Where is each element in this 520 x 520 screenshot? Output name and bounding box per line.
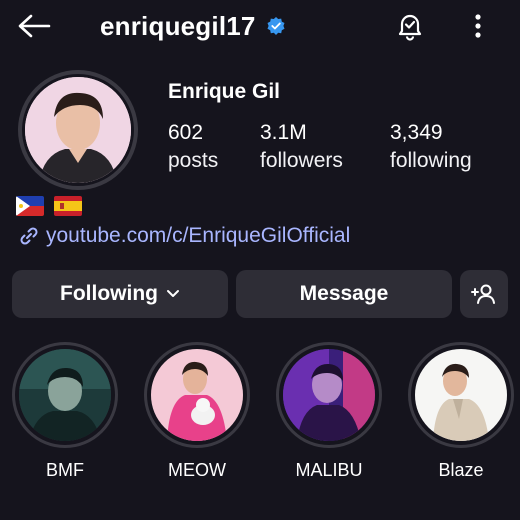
highlight-item[interactable]: BMF [10, 342, 120, 481]
more-options-button[interactable] [460, 8, 496, 44]
highlight-item[interactable]: MEOW [142, 342, 252, 481]
username-header: enriquegil17 [100, 8, 286, 44]
followers-label: followers [260, 149, 343, 172]
profile-screen: enriquegil17 Enrique Gil 602 posts 3.1M … [0, 0, 520, 520]
add-person-button[interactable] [460, 270, 508, 318]
notifications-button[interactable] [392, 8, 428, 44]
highlight-cover-image [279, 345, 379, 445]
add-person-icon [471, 284, 495, 304]
back-arrow-icon [18, 14, 51, 38]
following-button[interactable]: Following [12, 270, 228, 318]
message-button[interactable]: Message [236, 270, 452, 318]
highlight-ring [12, 342, 118, 448]
notification-bell-icon [398, 14, 422, 41]
highlight-cover-image [411, 345, 511, 445]
link-icon [20, 227, 38, 245]
message-label: Message [299, 282, 389, 305]
highlight-label: MALIBU [295, 460, 363, 480]
highlight-ring [408, 342, 514, 448]
display-name: Enrique Gil [168, 80, 281, 103]
highlight-item[interactable]: MALIBU [274, 342, 384, 481]
followers-count: 3.1M [260, 121, 307, 144]
stat-posts[interactable]: 602 posts [168, 120, 218, 176]
spain-flag-icon [54, 196, 82, 216]
following-label: Following [60, 282, 158, 305]
bio-link[interactable]: youtube.com/c/EnriqueGilOfficial [18, 224, 350, 248]
top-bar: enriquegil17 [0, 0, 520, 52]
more-options-icon [475, 14, 481, 38]
username: enriquegil17 [100, 10, 256, 41]
highlight-label: Blaze [438, 460, 484, 480]
chevron-down-icon [166, 290, 179, 297]
highlight-ring [144, 342, 250, 448]
avatar-image [22, 74, 134, 186]
bio-flags [16, 196, 82, 216]
highlight-label: MEOW [168, 460, 226, 480]
stat-following[interactable]: 3,349 following [390, 120, 472, 176]
posts-count: 602 [168, 121, 204, 144]
posts-label: posts [168, 149, 219, 172]
stat-followers[interactable]: 3.1M followers [260, 120, 343, 176]
following-label: following [390, 149, 472, 172]
following-count: 3,349 [390, 121, 443, 144]
verified-badge-icon [266, 16, 286, 36]
philippines-flag-icon [16, 196, 44, 216]
profile-avatar[interactable] [18, 70, 138, 190]
highlight-cover-image [147, 345, 247, 445]
highlight-ring [276, 342, 382, 448]
highlight-label: BMF [46, 460, 84, 480]
back-button[interactable] [14, 8, 54, 44]
highlight-item[interactable]: Blaze [406, 342, 516, 481]
highlight-cover-image [15, 345, 115, 445]
link-text: youtube.com/c/EnriqueGilOfficial [46, 224, 351, 247]
